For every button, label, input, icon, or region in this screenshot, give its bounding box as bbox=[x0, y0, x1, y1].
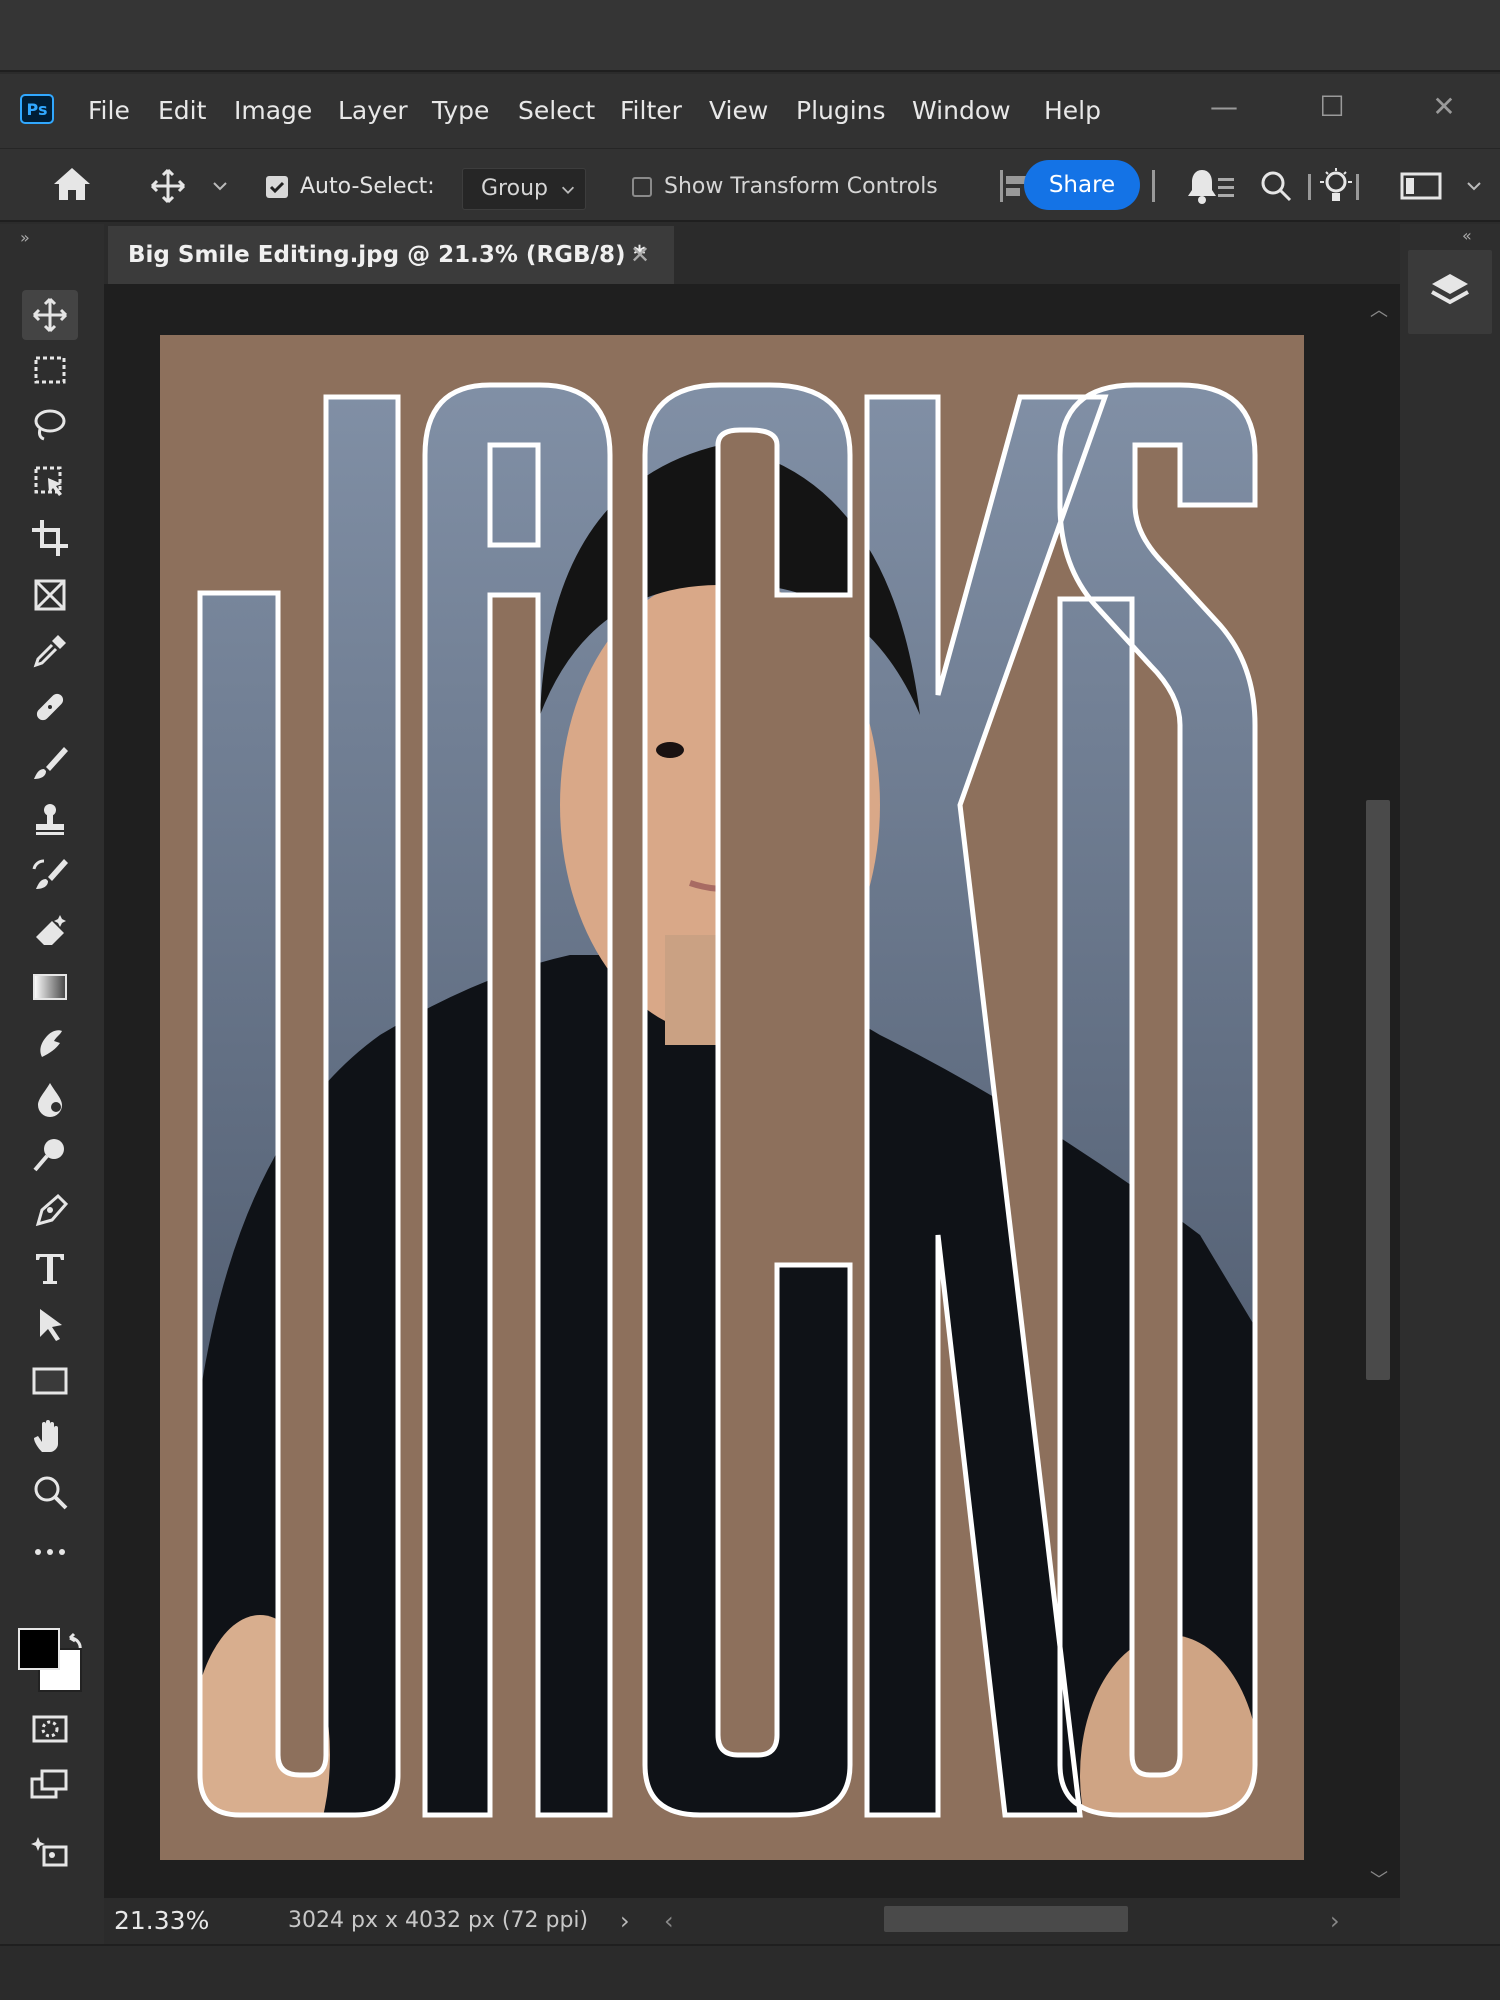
menu-edit[interactable]: Edit bbox=[158, 94, 206, 128]
zoom-icon[interactable] bbox=[22, 1467, 78, 1517]
tips-lightbulb-icon[interactable] bbox=[1306, 166, 1360, 206]
document-tab-title: Big Smile Editing.jpg @ 21.3% (RGB/8) * bbox=[128, 242, 646, 268]
lasso-icon[interactable] bbox=[22, 400, 78, 450]
document-info: 3024 px x 4032 px (72 ppi) bbox=[288, 1908, 589, 1933]
chevron-down-icon bbox=[561, 186, 575, 194]
object-select-icon[interactable] bbox=[22, 457, 78, 507]
auto-select-mode-dropdown[interactable]: Group bbox=[462, 168, 586, 210]
maximize-button[interactable]: ☐ bbox=[1312, 90, 1352, 124]
close-window-button[interactable]: ✕ bbox=[1424, 90, 1464, 124]
menu-help[interactable]: Help bbox=[1044, 94, 1101, 128]
status-menu-arrow[interactable]: › bbox=[620, 1898, 630, 1944]
chevron-down-icon[interactable] bbox=[1464, 176, 1484, 196]
layers-panel-button[interactable] bbox=[1408, 250, 1492, 334]
scroll-down-icon[interactable]: ﹀ bbox=[1370, 1866, 1388, 1892]
photoshop-logo: Ps bbox=[20, 94, 54, 124]
type-icon[interactable] bbox=[22, 1243, 78, 1293]
path-select-icon[interactable] bbox=[22, 1300, 78, 1350]
eraser-icon[interactable] bbox=[22, 906, 78, 956]
screen-mode-icon[interactable] bbox=[22, 1760, 78, 1810]
close-tab-icon[interactable]: ✕ bbox=[630, 226, 660, 284]
layers-icon bbox=[1431, 274, 1469, 305]
pen-icon[interactable] bbox=[22, 1187, 78, 1237]
foreground-color-swatch[interactable] bbox=[18, 1628, 60, 1670]
expand-panel-icon[interactable]: » bbox=[20, 228, 30, 247]
more-icon[interactable] bbox=[22, 1527, 78, 1577]
healing-icon[interactable] bbox=[22, 682, 78, 732]
move-icon[interactable] bbox=[22, 290, 78, 340]
menu-image[interactable]: Image bbox=[234, 94, 312, 128]
scroll-left-icon[interactable]: ‹ bbox=[664, 1898, 674, 1944]
crop-icon[interactable] bbox=[22, 513, 78, 563]
scroll-right-icon[interactable]: › bbox=[1330, 1898, 1340, 1944]
right-panel-dock bbox=[1400, 224, 1500, 1944]
home-icon[interactable] bbox=[50, 164, 94, 204]
workspace-icon[interactable] bbox=[1400, 170, 1444, 202]
brush-icon[interactable] bbox=[22, 738, 78, 788]
show-transform-controls-label: Show Transform Controls bbox=[664, 174, 938, 199]
notifications-bell-icon[interactable] bbox=[1184, 164, 1238, 208]
vertical-scrollbar[interactable] bbox=[1366, 800, 1390, 1380]
share-button[interactable]: Share bbox=[1024, 160, 1140, 210]
menu-type[interactable]: Type bbox=[432, 94, 489, 128]
collapse-panel-icon[interactable]: « bbox=[1462, 226, 1472, 245]
menu-view[interactable]: View bbox=[709, 94, 768, 128]
generative-icon[interactable] bbox=[22, 1826, 78, 1876]
horizontal-scrollbar[interactable] bbox=[884, 1906, 1128, 1932]
canvas-artwork bbox=[160, 335, 1304, 1860]
chevron-down-icon[interactable] bbox=[210, 176, 230, 196]
menu-filter[interactable]: Filter bbox=[620, 94, 682, 128]
eyedropper-icon[interactable] bbox=[22, 626, 78, 676]
menu-select[interactable]: Select bbox=[518, 94, 595, 128]
menu-file[interactable]: File bbox=[88, 94, 130, 128]
history-brush-icon[interactable] bbox=[22, 850, 78, 900]
blur-icon[interactable] bbox=[22, 1074, 78, 1124]
window-title-strip bbox=[0, 0, 1500, 72]
bottom-bar bbox=[0, 1944, 1500, 2000]
rectangle-icon[interactable] bbox=[22, 1356, 78, 1406]
show-transform-controls-checkbox[interactable] bbox=[632, 177, 652, 197]
gradient-icon[interactable] bbox=[22, 962, 78, 1012]
menu-window[interactable]: Window bbox=[912, 94, 1011, 128]
auto-select-mode-value: Group bbox=[481, 176, 548, 201]
move-tool-options-icon[interactable] bbox=[148, 166, 188, 206]
hand-icon[interactable] bbox=[22, 1411, 78, 1461]
zoom-level-field[interactable]: 21.33% bbox=[114, 1898, 209, 1944]
search-icon[interactable] bbox=[1256, 166, 1296, 206]
document-canvas[interactable] bbox=[160, 335, 1304, 1860]
dodge-icon[interactable] bbox=[22, 1130, 78, 1180]
frame-icon[interactable] bbox=[22, 570, 78, 620]
document-tab[interactable]: Big Smile Editing.jpg @ 21.3% (RGB/8) * bbox=[108, 226, 674, 284]
smudge-icon[interactable] bbox=[22, 1018, 78, 1068]
auto-select-label: Auto-Select: bbox=[300, 174, 435, 199]
minimize-button[interactable]: — bbox=[1204, 90, 1244, 124]
auto-select-checkbox[interactable] bbox=[266, 176, 288, 198]
stamp-icon[interactable] bbox=[22, 795, 78, 845]
marquee-icon[interactable] bbox=[22, 345, 78, 395]
quick-mask-icon[interactable] bbox=[22, 1704, 78, 1754]
menu-plugins[interactable]: Plugins bbox=[796, 94, 886, 128]
scroll-up-icon[interactable]: ︿ bbox=[1370, 296, 1388, 322]
menu-layer[interactable]: Layer bbox=[338, 94, 408, 128]
align-right-icon[interactable] bbox=[1146, 166, 1160, 206]
